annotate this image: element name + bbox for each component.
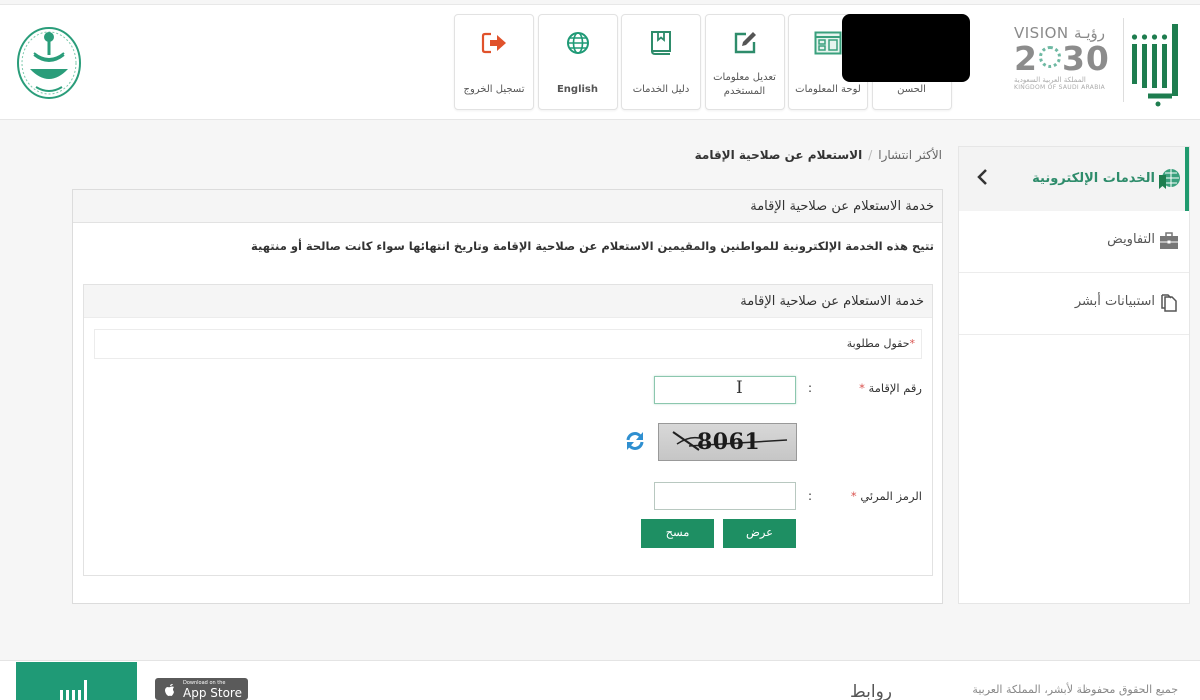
captcha-code-label-text: الرمز المرئي (860, 489, 922, 503)
sidebar-item-surveys[interactable]: استبيانات أبشر (959, 273, 1189, 335)
logo-divider (1123, 18, 1124, 102)
sidebar-item-surveys-label: استبيانات أبشر (1074, 294, 1155, 309)
edit-user-info-line2: المستخدم (723, 86, 766, 97)
dashboard-icon (814, 29, 842, 57)
inquiry-form: خدمة الاستعلام عن صلاحية الإقامة *حقول م… (83, 284, 933, 576)
account-label: الحسن (897, 84, 926, 95)
absher-logo (1131, 24, 1178, 107)
iqama-colon: : (808, 381, 813, 395)
footer-links-title: روابط (850, 682, 893, 700)
footer-copyright: جميع الحقوق محفوظة لأبشر، المملكة العربي… (972, 683, 1178, 696)
iqama-number-label-text: رقم الإقامة (868, 381, 922, 395)
iqama-number-label: رقم الإقامة * (859, 381, 922, 395)
captcha-required-star: * (850, 489, 857, 503)
vision-2030-logo: VISION رؤيـة 2 30 المملكة العربية السعودي… (1014, 24, 1124, 108)
captcha-code-label: الرمز المرئي * (851, 489, 922, 503)
text-cursor-icon: I (736, 378, 743, 398)
apple-icon (165, 684, 174, 696)
refresh-captcha-icon[interactable] (624, 430, 646, 452)
logout-button[interactable]: تسجيل الخروج (454, 14, 534, 110)
iqama-required-star: * (859, 381, 865, 395)
book-icon (647, 29, 675, 57)
edit-user-info-label: تعديل معلومات المستخدم (706, 71, 784, 99)
captcha-colon: : (808, 489, 813, 503)
english-language-button[interactable]: English (537, 14, 618, 110)
ministry-emblem-logo (17, 27, 81, 99)
globe-icon (564, 29, 592, 57)
breadcrumb-most-popular[interactable]: الأكثر انتشارا (878, 148, 942, 162)
footer-absher-logo (16, 662, 137, 700)
english-label: English (556, 84, 599, 95)
form-title: خدمة الاستعلام عن صلاحية الإقامة (84, 285, 932, 318)
required-star: * (909, 337, 916, 350)
sidebar-item-eservices-label: الخدمات الإلكترونية (1032, 171, 1155, 186)
sidebar-item-eservices[interactable]: الخدمات الإلكترونية (959, 147, 1189, 211)
edit-icon (731, 29, 759, 57)
vision-number: 2 30 (1014, 42, 1124, 76)
sidebar-item-delegations[interactable]: التفاويض (959, 211, 1189, 273)
sidebar-item-delegations-label: التفاويض (1107, 232, 1155, 247)
edit-user-info-button[interactable]: تعديل معلومات المستخدم (704, 14, 785, 110)
sidebar: الخدمات الإلكترونية التفاويض استبيانات أ… (958, 146, 1190, 604)
edit-user-info-line1: تعديل معلومات (713, 72, 776, 83)
services-guide-button[interactable]: دليل الخدمات (621, 14, 701, 110)
logout-icon (480, 29, 508, 57)
breadcrumb: الأكثر انتشارا / الاستعلام عن صلاحية الإقا… (695, 148, 942, 162)
app-store-badge[interactable]: Download on the App Store (155, 678, 248, 700)
logout-label: تسجيل الخروج (463, 84, 525, 95)
clear-button[interactable]: مسح (641, 519, 714, 548)
panel-title: خدمة الاستعلام عن صلاحية الإقامة (73, 190, 942, 223)
required-fields-text: حقول مطلوبة (846, 337, 910, 350)
breadcrumb-separator: / (868, 148, 873, 162)
captcha-text: 8061 (697, 429, 761, 455)
app-store-big-text: App Store (183, 686, 242, 700)
iqama-number-input[interactable] (654, 376, 796, 404)
captcha-code-input[interactable] (654, 482, 796, 510)
briefcase-icon (1160, 232, 1178, 249)
submit-button[interactable]: عرض (723, 519, 796, 548)
chevron-left-icon[interactable] (975, 167, 989, 187)
vision-number-right: 30 (1061, 39, 1110, 78)
eservices-icon (1159, 169, 1180, 189)
required-fields-note: *حقول مطلوبة (94, 329, 922, 359)
vision-subtitle-en: KINGDOM OF SAUDI ARABIA (1014, 84, 1106, 91)
captcha-image: 8061 (658, 423, 797, 461)
dashboard-label: لوحة المعلومات (795, 84, 861, 95)
documents-icon (1161, 294, 1177, 312)
vision-emblem-icon (1038, 46, 1061, 68)
redacted-region (842, 14, 970, 82)
service-panel: خدمة الاستعلام عن صلاحية الإقامة تتيح هذ… (72, 189, 943, 604)
services-guide-label: دليل الخدمات (632, 84, 690, 95)
vision-number-left: 2 (1014, 39, 1038, 78)
service-description: تتيح هذه الخدمة الإلكترونية للمواطنين وا… (251, 239, 934, 253)
breadcrumb-current: الاستعلام عن صلاحية الإقامة (694, 148, 863, 162)
footer-absher-mark (60, 680, 87, 700)
